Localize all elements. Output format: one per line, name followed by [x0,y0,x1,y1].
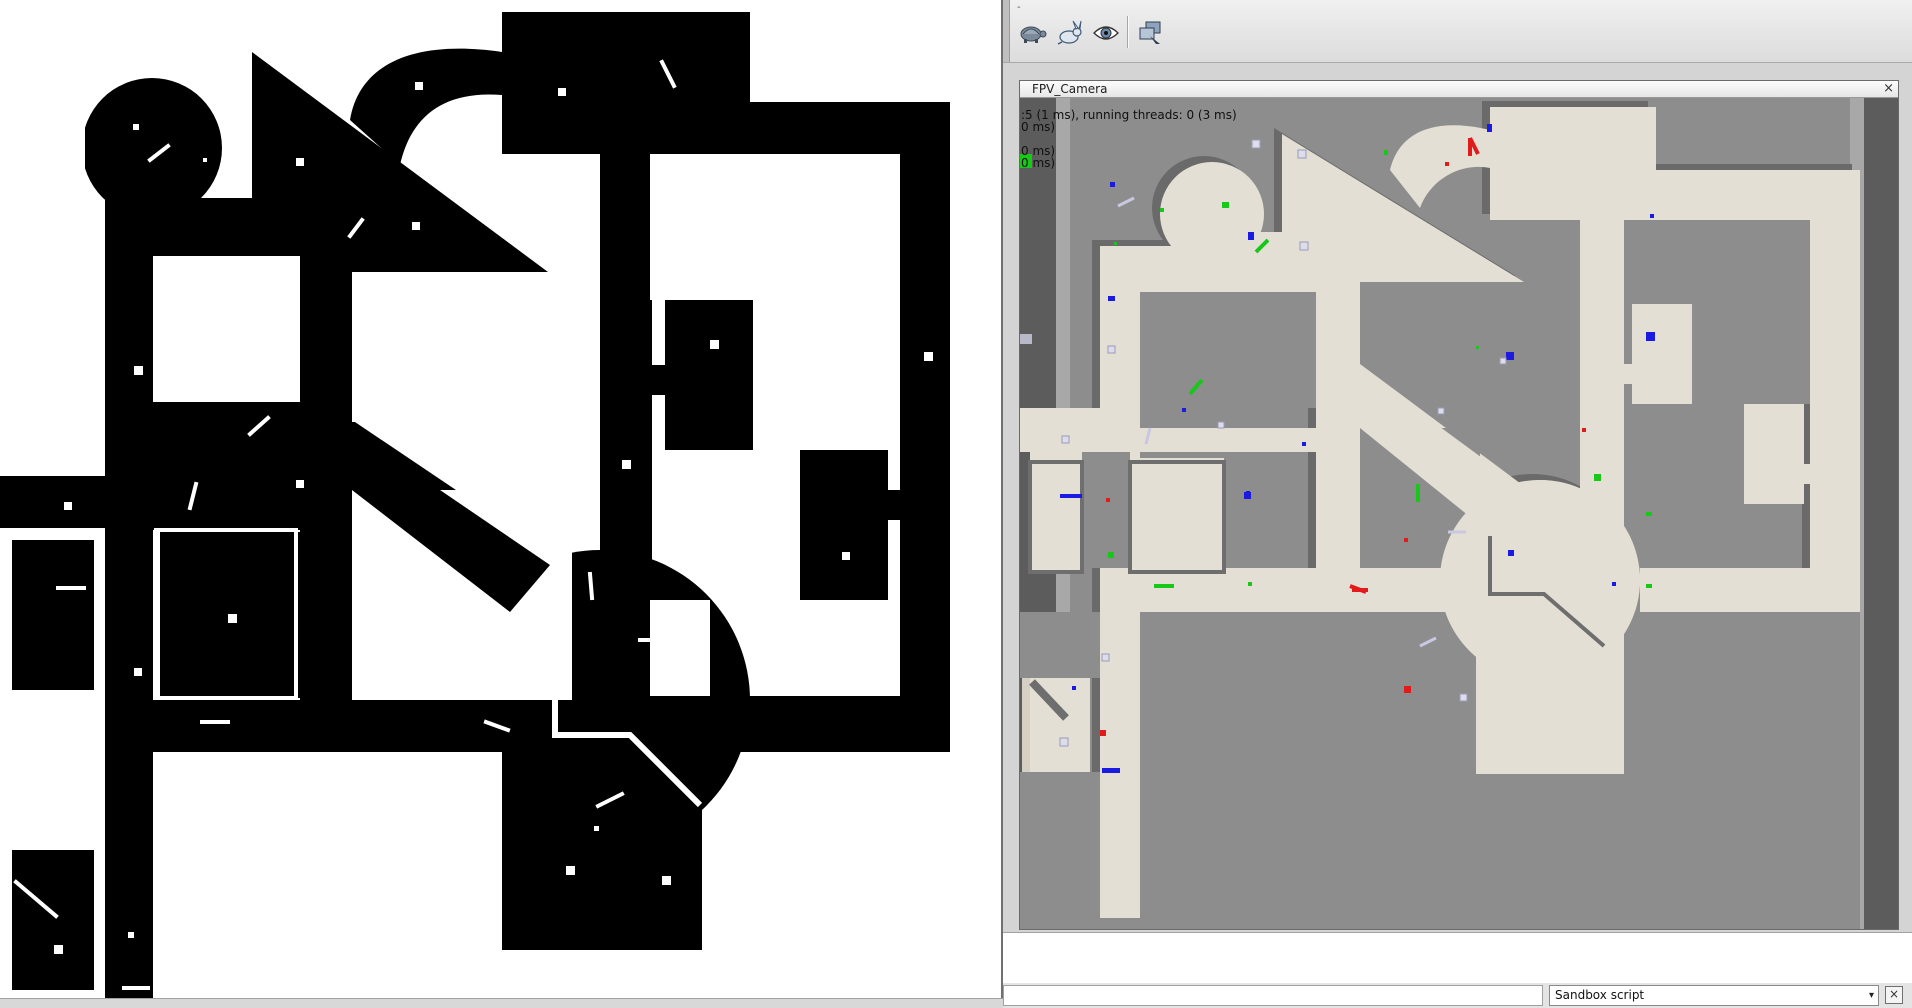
script-type-label: Sandbox script [1555,988,1645,1002]
close-icon[interactable]: × [1883,81,1894,97]
view-title: FPV_Camera [1032,82,1108,96]
console-output[interactable] [1003,932,1912,984]
clear-button[interactable]: × [1885,986,1903,1004]
fpv-camera-view[interactable]: :5 (1 ms), running threads: 0 (3 ms) 0 m… [1020,98,1898,929]
slow-down-button[interactable] [1013,14,1051,52]
statusbar: Sandbox script ▾ × [1003,983,1912,1008]
toolbar-separator [1127,16,1129,48]
turtle-icon [1020,26,1047,43]
scene-render [1020,98,1898,929]
simulator-window: - FPV_Camera ×:5 (1 ms), running thread… [1003,0,1912,1008]
eye-icon [1093,26,1119,40]
occupancy-map [0,0,1001,998]
toolbar-edge [1003,0,1010,62]
overlay-text-line: 0 ms) [1021,156,1056,170]
camera-view-button[interactable] [1131,14,1169,52]
toolbar: - [1003,0,1912,63]
chevron-down-icon: ▾ [1868,990,1874,1001]
taskbar-strip [0,998,1003,1008]
view-titlebar: FPV_Camera × [1020,81,1898,98]
fpv-camera-window: FPV_Camera ×:5 (1 ms), running threads:… [1019,80,1899,930]
toolbar-caret: - [1017,2,1021,13]
speed-up-button[interactable] [1051,14,1089,52]
overlay-text-line: 0 ms) [1021,120,1056,134]
script-type-select[interactable]: Sandbox script ▾ [1549,985,1879,1006]
visualize-button[interactable] [1087,14,1125,52]
rabbit-icon [1057,20,1082,45]
occupancy-map-window [0,0,1003,1000]
screen: - FPV_Camera ×:5 (1 ms), running thread… [0,0,1912,1008]
command-input[interactable] [1003,985,1543,1006]
camera-view-icon [1139,21,1161,44]
